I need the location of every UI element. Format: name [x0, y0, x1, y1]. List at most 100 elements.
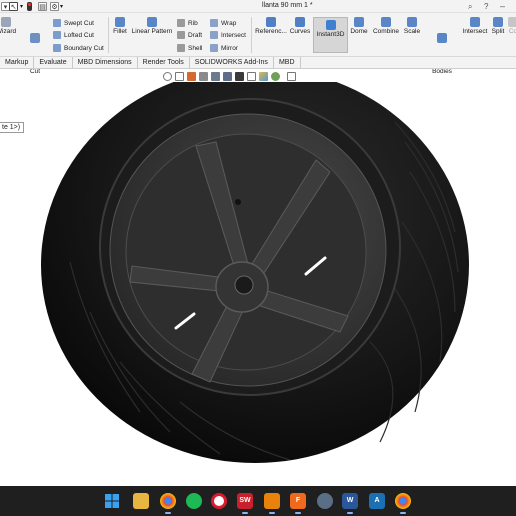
tab-render-tools[interactable]: Render Tools: [138, 57, 190, 68]
intersect-button[interactable]: Intersect: [461, 17, 489, 36]
lofted-cut-button[interactable]: Lofted Cut: [53, 30, 94, 40]
wrap-label: Wrap: [221, 19, 237, 27]
curves-button[interactable]: Curves: [288, 17, 312, 36]
move-copy-bodies-icon: [437, 33, 447, 43]
hub-center-bore: [234, 275, 254, 295]
swept-cut-label: Swept Cut: [64, 19, 94, 27]
linear-pattern-icon: [147, 17, 157, 27]
file-properties-icon[interactable]: ▤: [38, 2, 47, 11]
autodesk-icon[interactable]: A: [369, 493, 385, 509]
wrap-button[interactable]: Wrap: [210, 18, 236, 28]
instant3d-icon: [325, 20, 336, 30]
intersect-small-button[interactable]: Intersect: [210, 30, 246, 40]
mirror-icon: [210, 44, 218, 52]
rib-icon: [177, 19, 185, 27]
reference-geometry-icon: [266, 17, 276, 27]
view-settings-icon[interactable]: [287, 72, 296, 81]
cut-off-button[interactable]: Co: [507, 17, 516, 36]
hole-wizard-button[interactable]: Wizard: [0, 17, 18, 36]
spotify-icon[interactable]: [186, 493, 202, 509]
apply-scene-icon[interactable]: [271, 72, 280, 81]
file-explorer-icon[interactable]: [133, 493, 149, 509]
scale-icon: [407, 17, 417, 27]
solidworks-icon[interactable]: SW: [237, 493, 253, 514]
display-style-icon[interactable]: [235, 72, 244, 81]
fusion-icon[interactable]: F: [290, 493, 306, 514]
cut-off-icon: [508, 17, 516, 27]
lofted-cut-icon: [53, 31, 61, 39]
shell-button[interactable]: Shell: [177, 43, 202, 53]
hole-wizard-label: Wizard: [0, 28, 17, 35]
chrome-profile-icon[interactable]: [395, 493, 411, 514]
edit-appearance-icon[interactable]: [259, 72, 268, 81]
wheel-model[interactable]: [0, 82, 516, 486]
scale-label: Scale: [403, 28, 421, 35]
dynamic-annotation-icon[interactable]: [211, 72, 220, 81]
tab-evaluate[interactable]: Evaluate: [34, 57, 73, 68]
boundary-cut-label: Boundary Cut: [64, 44, 104, 52]
split-button[interactable]: Split: [490, 17, 506, 36]
reference-geometry-button[interactable]: Referenc...: [254, 17, 288, 36]
draft-button[interactable]: Draft: [177, 30, 202, 40]
settings-icon[interactable]: [317, 493, 333, 509]
curves-label: Curves: [289, 28, 311, 35]
combine-button[interactable]: Combine: [371, 17, 401, 36]
view-orientation-icon[interactable]: [223, 72, 232, 81]
opera-icon[interactable]: [211, 493, 227, 509]
revolved-cut-button[interactable]: Revolved Cut: [20, 17, 50, 92]
tab-markup[interactable]: Markup: [0, 57, 35, 68]
hide-show-items-icon[interactable]: [247, 72, 256, 81]
mirror-button[interactable]: Mirror: [210, 43, 238, 53]
valve-hole: [235, 199, 241, 205]
configuration-tag: te 1>): [0, 122, 25, 133]
fillet-button[interactable]: Fillet: [111, 17, 129, 36]
instant3d-button[interactable]: Instant3D: [313, 17, 348, 53]
search-icon[interactable]: ⌕: [468, 2, 472, 12]
fillet-icon: [115, 17, 125, 27]
options-gear-icon[interactable]: ⚙: [50, 2, 59, 11]
move-copy-bodies-button[interactable]: Move/Copy Bodies: [423, 17, 461, 92]
traffic-light-icon[interactable]: [27, 2, 32, 11]
combine-label: Combine: [372, 28, 399, 35]
zoom-area-icon[interactable]: [175, 72, 184, 81]
rib-label: Rib: [188, 19, 198, 27]
tab-mbd[interactable]: MBD: [274, 57, 301, 68]
chrome-icon[interactable]: [160, 493, 176, 514]
draft-label: Draft: [188, 31, 203, 39]
word-icon[interactable]: W: [342, 493, 358, 514]
rib-button[interactable]: Rib: [177, 18, 198, 28]
wrap-icon: [210, 19, 218, 27]
scale-button[interactable]: Scale: [402, 17, 422, 36]
start-icon[interactable]: [104, 493, 120, 509]
options-dropdown-icon[interactable]: ▾: [60, 3, 63, 10]
linear-pattern-button[interactable]: Linear Pattern: [130, 17, 174, 36]
select-arrow-icon[interactable]: ↖: [9, 2, 18, 11]
zoom-to-fit-icon[interactable]: [163, 72, 172, 81]
instant3d-label: Instant3D: [316, 31, 345, 38]
section-view-icon[interactable]: [199, 72, 208, 81]
boundary-cut-button[interactable]: Boundary Cut: [53, 43, 104, 53]
ribbon-divider: [108, 17, 109, 53]
tab-mbd-dimensions[interactable]: MBD Dimensions: [73, 57, 138, 68]
help-icon[interactable]: ?: [484, 2, 488, 11]
window-title: llanta 90 mm 1 *: [262, 2, 313, 9]
swept-cut-button[interactable]: Swept Cut: [53, 18, 94, 28]
app-orange-icon[interactable]: [264, 493, 280, 514]
shell-icon: [177, 44, 185, 52]
command-ribbon: Wizard Revolved Cut Swept Cut Lofted Cut…: [0, 13, 516, 75]
heads-up-view-toolbar: [163, 71, 299, 82]
minimize-icon[interactable]: –: [500, 1, 505, 11]
hole-wizard-icon: [1, 17, 11, 27]
mirror-label: Mirror: [221, 44, 238, 52]
dropdown-arrow-icon[interactable]: ▾: [20, 3, 23, 10]
graphics-area[interactable]: te 1>): [0, 82, 516, 486]
fillet-label: Fillet: [113, 28, 127, 35]
dome-button[interactable]: Dome: [349, 17, 369, 36]
title-bar: ▾ ↖ ▾ ▤ ⚙ ▾ llanta 90 mm 1 * ⌕ ? –: [0, 0, 516, 13]
shell-label: Shell: [188, 44, 203, 52]
split-label: Split: [491, 28, 505, 35]
tab-solidworks-add-ins[interactable]: SOLIDWORKS Add-Ins: [190, 57, 274, 68]
intersect-small-icon: [210, 31, 218, 39]
dome-label: Dome: [350, 28, 368, 35]
previous-view-icon[interactable]: [187, 72, 196, 81]
